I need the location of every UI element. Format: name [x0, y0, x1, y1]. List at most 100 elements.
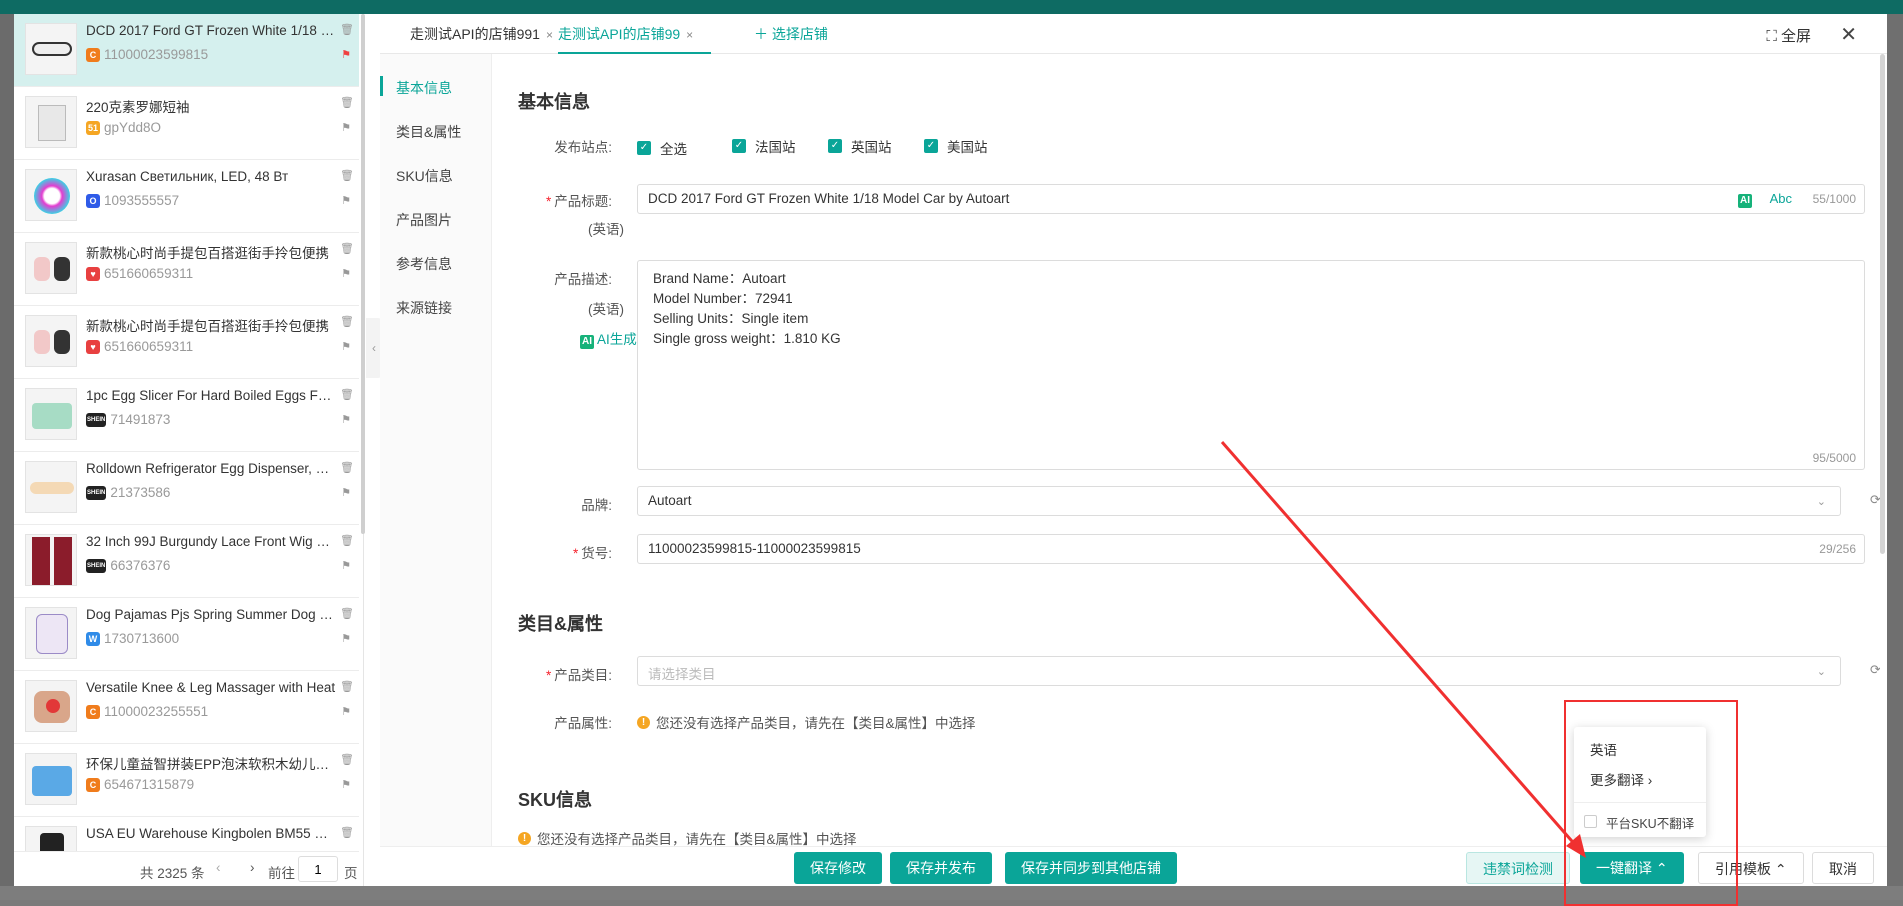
product-title: 1pc Egg Slicer For Hard Boiled Eggs For … [86, 388, 336, 403]
ai-generate-button[interactable]: AI AI生成 [580, 328, 637, 349]
product-id: 11000023255551 [104, 704, 209, 719]
product-id: gpYdd8O [104, 120, 162, 135]
product-item[interactable]: Dog Pajamas Pjs Spring Summer Dog Clothe… [14, 598, 359, 671]
flag-icon[interactable]: ⚑ [341, 267, 351, 280]
save-button[interactable]: 保存修改 [794, 852, 882, 884]
product-id: 654671315879 [104, 777, 195, 792]
flag-icon[interactable]: ⚑ [341, 632, 351, 645]
product-description-textarea[interactable]: Brand Name：Autoart Model Number：72941 Se… [637, 260, 1865, 470]
flag-icon[interactable]: ⚑ [341, 486, 351, 499]
tab-store-99[interactable]: 走测试API的店铺99 × [558, 14, 712, 54]
delete-icon[interactable]: 🗑 [340, 607, 354, 620]
checkbox-label: 英国站 [851, 140, 892, 155]
tab-store-991[interactable]: 走测试API的店铺991 × [410, 14, 553, 54]
chevron-down-icon: ⌄ [1816, 666, 1826, 678]
delete-icon[interactable]: 🗑 [340, 388, 354, 401]
abc-format-icon[interactable]: Abc [1770, 191, 1792, 206]
brand-select[interactable]: Autoart ⌄ [637, 486, 1841, 516]
flag-icon[interactable]: ⚑ [341, 413, 351, 426]
nav-images[interactable]: 产品图片 [396, 210, 452, 230]
platform-badge-icon: C [86, 704, 100, 719]
site-checkbox-uk[interactable]: ✓ 英国站 [828, 136, 892, 156]
product-list-scrollbar[interactable] [361, 14, 365, 534]
product-item[interactable]: USA EU Warehouse Kingbolen BM55 Car Code… [14, 817, 359, 852]
platform-badge-icon: SHEIN [86, 558, 107, 573]
save-publish-button[interactable]: 保存并发布 [890, 852, 992, 884]
product-item[interactable]: 新款桃心时尚手提包百搭逛街手拎包便携 ♥ 651660659311 🗑 ⚑ [14, 306, 359, 379]
product-thumbnail [25, 388, 77, 440]
section-title-basic: 基本信息 [518, 92, 590, 112]
flag-icon[interactable]: ⚑ [341, 559, 351, 572]
product-item[interactable]: 新款桃心时尚手提包百搭逛街手拎包便携 ♥ 651660659311 🗑 ⚑ [14, 233, 359, 306]
sku-code-input[interactable]: 11000023599815-11000023599815 29/256 [637, 534, 1865, 564]
flag-icon[interactable]: ⚑ [341, 121, 351, 134]
next-page-icon[interactable]: › [250, 860, 255, 875]
product-title: 新款桃心时尚手提包百搭逛街手拎包便携 [86, 246, 329, 261]
product-item[interactable]: DCD 2017 Ford GT Frozen White 1/18 Model… [14, 14, 359, 87]
nav-source-link[interactable]: 来源链接 [396, 298, 452, 318]
sku-note: ! 您还没有选择产品类目，请先在【类目&属性】中选择 [518, 828, 857, 846]
refresh-icon[interactable]: ⟳ [1870, 662, 1880, 678]
product-thumbnail [25, 96, 77, 148]
save-sync-button[interactable]: 保存并同步到其他店铺 [1005, 852, 1177, 884]
delete-icon[interactable]: 🗑 [340, 315, 354, 328]
site-checkbox-us[interactable]: ✓ 美国站 [924, 136, 988, 156]
platform-badge-icon: C [86, 777, 100, 792]
delete-icon[interactable]: 🗑 [340, 23, 354, 36]
plus-icon: ＋ [754, 26, 772, 42]
nav-sku[interactable]: SKU信息 [396, 166, 453, 186]
delete-icon[interactable]: 🗑 [340, 242, 354, 255]
product-item[interactable]: 220克素罗娜短袖 51 gpYdd8O 🗑 ⚑ [14, 87, 359, 160]
flag-icon[interactable]: ⚑ [341, 48, 351, 61]
product-title: Xurasan Светильник, LED, 48 Вт [86, 169, 289, 184]
close-tab-icon[interactable]: × [686, 28, 693, 42]
product-item[interactable]: Xurasan Светильник, LED, 48 Вт O 10935555… [14, 160, 359, 233]
chevron-down-icon: ⌄ [1816, 496, 1826, 508]
page-input[interactable] [298, 856, 338, 882]
select-store-button[interactable]: ＋ 选择店铺 [754, 14, 828, 54]
total-count: 共 2325 条 [140, 866, 205, 881]
cancel-button[interactable]: 取消 [1812, 852, 1874, 884]
product-id: 21373586 [110, 485, 171, 500]
category-select[interactable]: 请选择类目 ⌄ [637, 656, 1841, 686]
flag-icon[interactable]: ⚑ [341, 778, 351, 791]
product-title: 32 Inch 99J Burgundy Lace Front Wig Body… [86, 534, 336, 549]
site-checkbox-all[interactable]: ✓ 全选 [637, 138, 687, 158]
refresh-icon[interactable]: ⟳ [1870, 492, 1880, 508]
product-item[interactable]: Versatile Knee & Leg Massager with Heat … [14, 671, 359, 744]
banned-word-check-button[interactable]: 违禁词检测 [1466, 852, 1570, 884]
product-thumbnail [25, 680, 77, 732]
product-item[interactable]: 环保儿童益智拼装EPP泡沫软积木幼儿园玩具 C 654671315879 🗑 ⚑ [14, 744, 359, 817]
product-item[interactable]: 32 Inch 99J Burgundy Lace Front Wig Body… [14, 525, 359, 598]
active-indicator [380, 76, 383, 96]
product-title: Versatile Knee & Leg Massager with Heat [86, 680, 336, 695]
product-thumbnail [25, 461, 77, 513]
form-scrollbar[interactable] [1880, 54, 1885, 554]
delete-icon[interactable]: 🗑 [340, 461, 354, 474]
nav-reference[interactable]: 参考信息 [396, 254, 452, 274]
ai-icon[interactable]: AI [1738, 191, 1752, 208]
delete-icon[interactable]: 🗑 [340, 169, 354, 182]
flag-icon[interactable]: ⚑ [341, 194, 351, 207]
delete-icon[interactable]: 🗑 [340, 753, 354, 766]
nav-basic-info[interactable]: 基本信息 [396, 78, 452, 98]
product-title-input[interactable]: DCD 2017 Ford GT Frozen White 1/18 Model… [637, 184, 1865, 214]
product-item[interactable]: 1pc Egg Slicer For Hard Boiled Eggs For … [14, 379, 359, 452]
delete-icon[interactable]: 🗑 [340, 534, 354, 547]
ai-icon: AI [580, 335, 594, 349]
fullscreen-button[interactable]: ⛶ 全屏 [1766, 25, 1811, 46]
close-tab-icon[interactable]: × [546, 28, 553, 42]
product-item[interactable]: Rolldown Refrigerator Egg Dispenser, Egg… [14, 452, 359, 525]
flag-icon[interactable]: ⚑ [341, 340, 351, 353]
close-dialog-icon[interactable]: ✕ [1840, 22, 1857, 47]
delete-icon[interactable]: 🗑 [340, 826, 354, 839]
product-thumbnail [25, 826, 77, 851]
fullscreen-label: 全屏 [1780, 28, 1811, 45]
site-checkbox-fr[interactable]: ✓ 法国站 [732, 136, 796, 156]
delete-icon[interactable]: 🗑 [340, 680, 354, 693]
prev-page-icon[interactable]: ‹ [216, 860, 221, 875]
delete-icon[interactable]: 🗑 [340, 96, 354, 109]
nav-category[interactable]: 类目&属性 [396, 122, 461, 142]
flag-icon[interactable]: ⚑ [341, 705, 351, 718]
checkbox-checked-icon: ✓ [637, 141, 651, 155]
